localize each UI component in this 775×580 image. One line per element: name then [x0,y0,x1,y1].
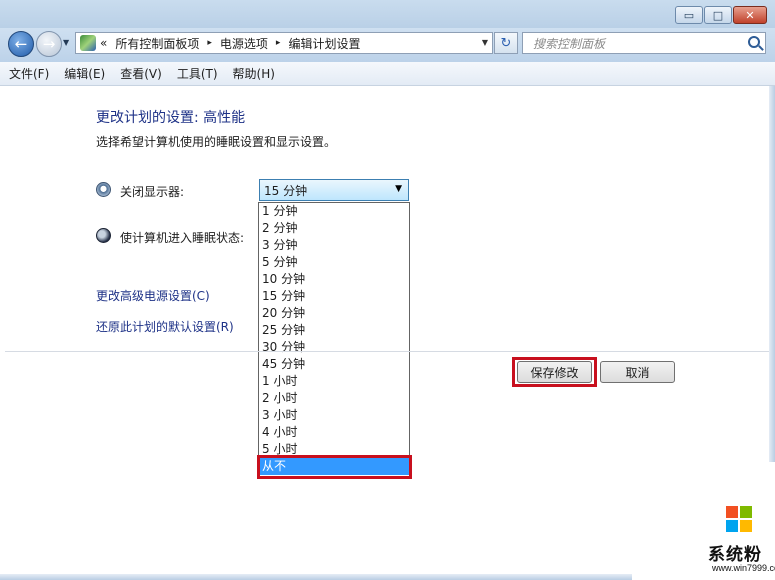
address-prefix[interactable]: « [100,36,107,50]
search-placeholder: 搜索控制面板 [533,36,606,51]
divider [5,351,770,352]
forward-button[interactable]: → [36,31,62,57]
option-2-hour[interactable]: 2 小时 [259,390,409,407]
option-20-min[interactable]: 20 分钟 [259,305,409,322]
page-subtitle: 选择希望计算机使用的睡眠设置和显示设置。 [96,135,337,149]
option-1-min[interactable]: 1 分钟 [259,203,409,220]
option-2-min[interactable]: 2 分钟 [259,220,409,237]
back-button[interactable]: ← [8,31,34,57]
option-1-hour[interactable]: 1 小时 [259,373,409,390]
minimize-button[interactable]: ▭ [675,6,703,24]
watermark: 系统粉 www.win7999.com [632,462,775,580]
option-10-min[interactable]: 10 分钟 [259,271,409,288]
refresh-button[interactable]: ↻ [494,32,518,54]
option-30-min[interactable]: 30 分钟 [259,339,409,356]
highlight-box-save [512,357,597,387]
control-panel-icon [80,35,96,51]
menu-help[interactable]: 帮助(H) [233,65,275,82]
watermark-url: www.win7999.com [712,563,775,573]
menu-tools[interactable]: 工具(T) [177,65,218,82]
option-3-min[interactable]: 3 分钟 [259,237,409,254]
display-off-label: 关闭显示器: [120,185,185,199]
close-button[interactable]: ✕ [733,6,767,24]
display-off-select[interactable]: 15 分钟 ▼ [259,179,409,201]
display-off-options: 1 分钟 2 分钟 3 分钟 5 分钟 10 分钟 15 分钟 20 分钟 25… [258,202,410,478]
restore-defaults-link[interactable]: 还原此计划的默认设置(R) [96,318,234,335]
breadcrumb-edit-plan[interactable]: 编辑计划设置 [288,35,360,52]
breadcrumb-control-panel[interactable]: 所有控制面板项 [115,35,199,52]
watermark-brand: 系统粉 [708,545,762,565]
option-45-min[interactable]: 45 分钟 [259,356,409,373]
option-4-hour[interactable]: 4 小时 [259,424,409,441]
option-3-hour[interactable]: 3 小时 [259,407,409,424]
breadcrumb-power-options[interactable]: 电源选项 [220,35,268,52]
title-bar: ▭ □ ✕ [0,0,775,30]
address-row: ← → ▼ « ▸ 所有控制面板项 ▸ 电源选项 ▸ 编辑计划设置 ▼ ↻ 搜索… [0,28,775,62]
display-off-value: 15 分钟 [264,183,308,198]
search-input[interactable]: 搜索控制面板 [522,32,766,54]
display-clock-icon [96,182,111,197]
menu-file[interactable]: 文件(F) [9,65,49,82]
maximize-button[interactable]: □ [704,6,732,24]
option-25-min[interactable]: 25 分钟 [259,322,409,339]
menu-view[interactable]: 查看(V) [120,65,162,82]
option-5-min[interactable]: 5 分钟 [259,254,409,271]
crumb-separator-icon[interactable]: ▸ [207,38,212,48]
address-bar[interactable]: « ▸ 所有控制面板项 ▸ 电源选项 ▸ 编辑计划设置 ▼ [75,32,493,54]
menu-bar: 文件(F) 编辑(E) 查看(V) 工具(T) 帮助(H) [0,62,775,86]
search-icon[interactable] [748,36,760,48]
cancel-button[interactable]: 取消 [600,361,675,383]
crumb-separator-icon[interactable]: ▸ [276,38,281,48]
window-controls: ▭ □ ✕ [674,6,767,24]
advanced-power-settings-link[interactable]: 更改高级电源设置(C) [96,287,210,304]
chevron-down-icon[interactable]: ▼ [395,184,402,194]
option-15-min[interactable]: 15 分钟 [259,288,409,305]
window-edge-bottom [0,574,632,580]
sleep-label: 使计算机进入睡眠状态: [120,231,245,245]
sleep-moon-icon [96,228,111,243]
highlight-box-never [257,455,412,479]
recent-pages-dropdown[interactable]: ▼ [63,38,69,47]
address-dropdown-icon[interactable]: ▼ [482,38,488,47]
windows-logo-icon [726,506,752,532]
menu-edit[interactable]: 编辑(E) [64,65,105,82]
page-title: 更改计划的设置: 高性能 [96,110,246,126]
